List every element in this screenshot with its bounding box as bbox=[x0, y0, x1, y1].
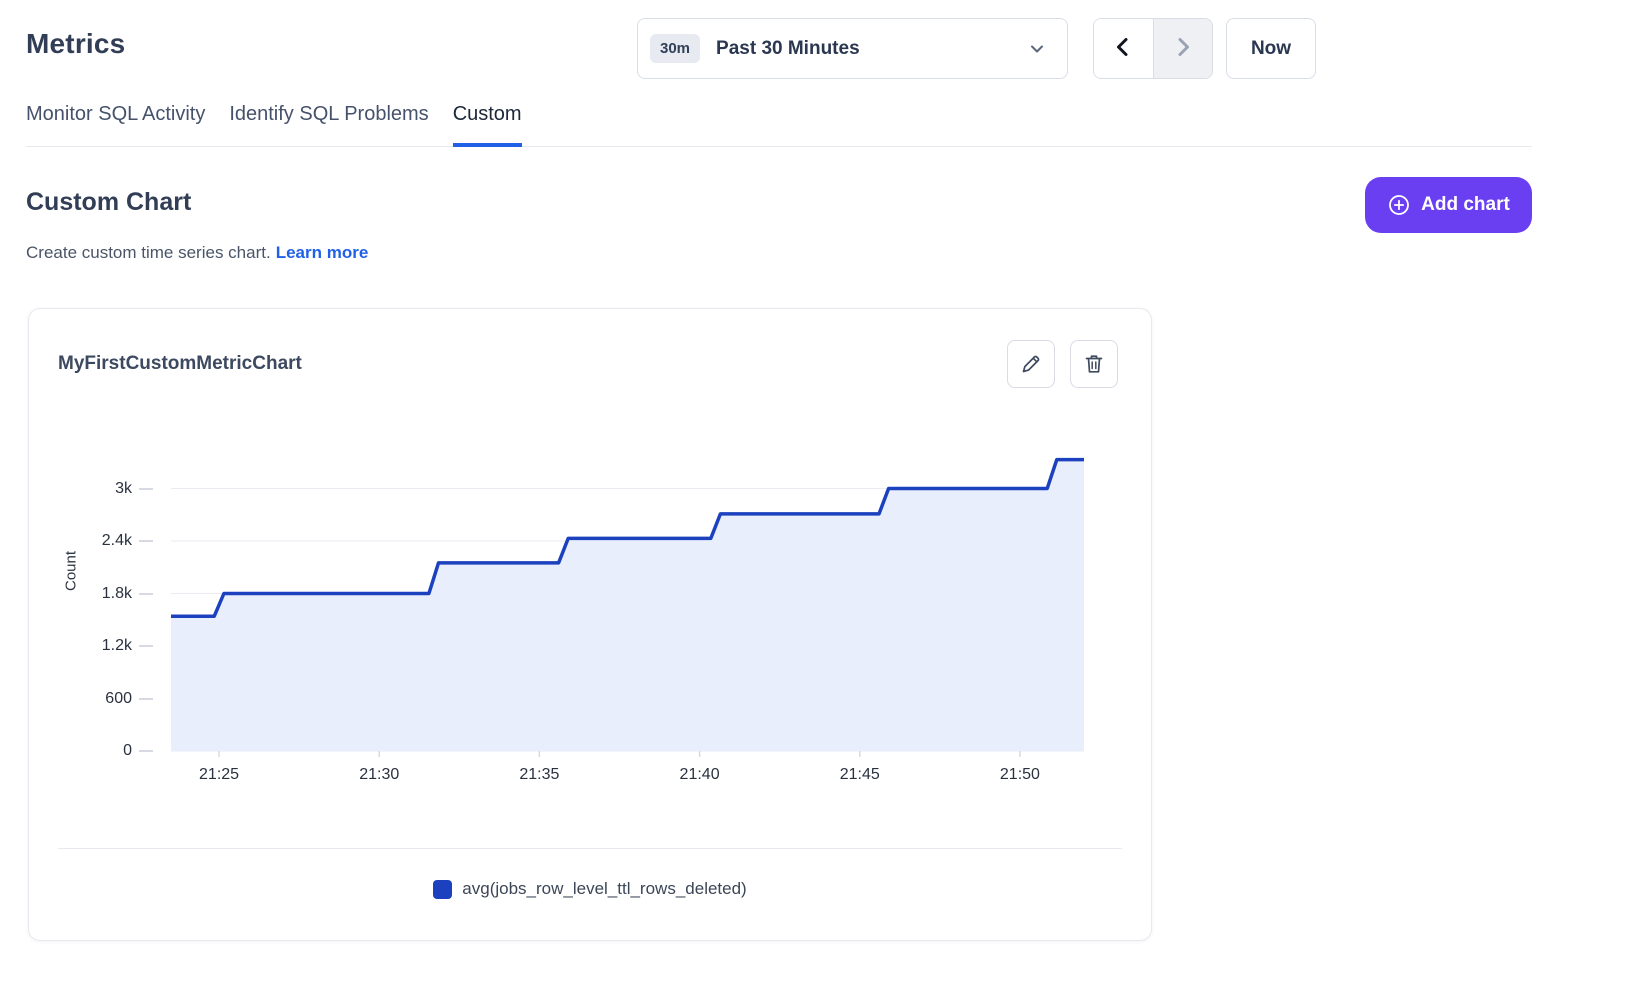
y-tick-label: 1.8k bbox=[69, 583, 153, 605]
y-tick-mark bbox=[139, 488, 153, 490]
add-chart-button[interactable]: Add chart bbox=[1365, 177, 1532, 233]
tab-custom[interactable]: Custom bbox=[453, 103, 522, 147]
time-range-badge: 30m bbox=[650, 34, 700, 63]
next-time-button[interactable] bbox=[1153, 19, 1213, 78]
chevron-down-icon bbox=[1027, 39, 1047, 59]
x-tick-label: 21:30 bbox=[359, 766, 399, 784]
description-text: Create custom time series chart. bbox=[26, 243, 271, 262]
chevron-right-icon bbox=[1171, 35, 1195, 62]
chart-plot-svg[interactable] bbox=[171, 436, 1084, 758]
y-tick-label: 3k bbox=[69, 478, 153, 500]
metrics-page: Metrics 30m Past 30 Minutes Now Monitor … bbox=[0, 0, 1650, 982]
y-tick-label: 600 bbox=[69, 688, 153, 710]
prev-time-button[interactable] bbox=[1094, 19, 1153, 78]
tab-monitor-sql-activity[interactable]: Monitor SQL Activity bbox=[26, 103, 205, 147]
now-button[interactable]: Now bbox=[1226, 18, 1316, 79]
x-tick-label: 21:45 bbox=[840, 766, 880, 784]
x-tick-label: 21:50 bbox=[1000, 766, 1040, 784]
y-tick-label: 2.4k bbox=[69, 530, 153, 552]
y-tick-mark bbox=[139, 698, 153, 700]
add-chart-label: Add chart bbox=[1421, 194, 1510, 216]
time-range-select[interactable]: 30m Past 30 Minutes bbox=[637, 18, 1068, 79]
tab-identify-sql-problems[interactable]: Identify SQL Problems bbox=[229, 103, 428, 147]
x-tick-label: 21:40 bbox=[680, 766, 720, 784]
y-tick-label: 1.2k bbox=[69, 635, 153, 657]
y-tick-label: 0 bbox=[69, 740, 153, 762]
card-divider bbox=[58, 848, 1122, 849]
y-tick-mark bbox=[139, 645, 153, 647]
x-tick-label: 21:25 bbox=[199, 766, 239, 784]
section-description: Create custom time series chart. Learn mo… bbox=[26, 243, 368, 263]
legend-series-name: avg(jobs_row_level_ttl_rows_deleted) bbox=[462, 879, 746, 899]
section-title: Custom Chart bbox=[26, 188, 191, 217]
tabs-nav: Monitor SQL Activity Identify SQL Problem… bbox=[26, 103, 1532, 147]
legend-swatch bbox=[433, 880, 452, 899]
x-tick-label: 21:35 bbox=[519, 766, 559, 784]
y-tick-mark bbox=[139, 540, 153, 542]
y-tick-mark bbox=[139, 593, 153, 595]
time-range-label: Past 30 Minutes bbox=[716, 38, 1027, 60]
y-tick-mark bbox=[139, 750, 153, 752]
plus-circle-icon bbox=[1387, 193, 1411, 217]
time-nav-group bbox=[1093, 18, 1213, 79]
timeseries-chart[interactable]: Count 06001.2k1.8k2.4k3k21:2521:3021:352… bbox=[29, 309, 1151, 940]
page-title: Metrics bbox=[26, 28, 125, 60]
learn-more-link[interactable]: Learn more bbox=[276, 243, 369, 262]
chart-card: MyFirstCustomMetricChart Count 06001.2k1… bbox=[28, 308, 1152, 941]
chevron-left-icon bbox=[1111, 35, 1135, 62]
chart-legend: avg(jobs_row_level_ttl_rows_deleted) bbox=[29, 875, 1151, 903]
